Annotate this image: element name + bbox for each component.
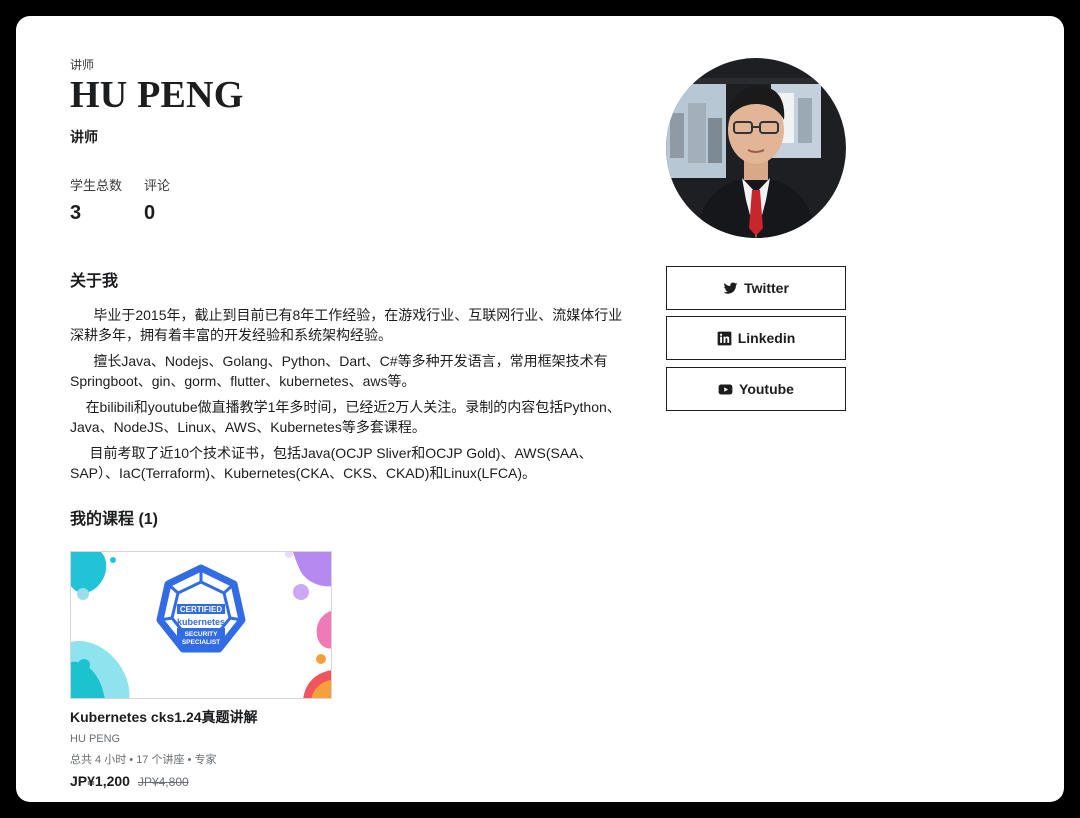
badge-line-certified: CERTIFIED [180,605,222,614]
course-price: JP¥1,200 [70,773,130,789]
course-card[interactable]: CERTIFIED kubernetes SECURITY SPECIALIST… [70,551,332,789]
about-paragraph: 擅长Java、Nodejs、Golang、Python、Dart、C#等多种开发… [70,353,608,389]
youtube-button[interactable]: Youtube [666,367,846,411]
instructor-avatar [666,58,846,238]
twitter-button[interactable]: Twitter [666,266,846,310]
stat-label: 学生总数 [70,178,123,193]
stat-reviews: 评论 0 [144,175,170,225]
instructor-name: HU PENG [70,74,244,116]
youtube-icon [718,384,733,394]
twitter-label: Twitter [744,280,789,296]
course-meta: 总共 4 小时 • 17 个讲座 • 专家 [70,754,217,766]
about-paragraph: 目前考取了近10个技术证书，包括Java(OCJP Sliver和OCJP Go… [70,445,593,481]
badge-line-kubernetes: kubernetes [177,617,225,627]
stat-value: 0 [144,202,156,224]
stat-students: 学生总数 3 [70,175,122,225]
instructor-headline: 讲师 [70,129,98,145]
badge-line-security: SECURITY [185,631,219,638]
stat-value: 3 [70,202,82,224]
stats-row: 学生总数 3 评论 0 [70,175,630,225]
course-author: HU PENG [70,733,121,745]
about-body: 毕业于2015年，截止到目前已有8年工作经验，在游戏行业、互联网行业、流媒体行业… [70,305,630,483]
youtube-label: Youtube [739,381,794,397]
course-thumbnail[interactable]: CERTIFIED kubernetes SECURITY SPECIALIST [70,551,332,699]
about-paragraph: 在bilibili和youtube做直播教学1年多时间，已经近2万人关注。录制的… [70,399,621,435]
twitter-icon [723,282,738,294]
stat-label: 评论 [144,178,171,193]
linkedin-label: Linkedin [737,330,796,346]
course-original-price: JP¥4,800 [137,775,189,789]
instructor-profile-card: 讲师 HU PENG 讲师 学生总数 3 评论 0 关于我 毕业于2015年，截… [16,16,1064,802]
course-title-link[interactable]: Kubernetes cks1.24真题讲解 [70,707,332,727]
cks-badge-image: CERTIFIED kubernetes SECURITY SPECIALIST [71,552,331,698]
linkedin-button[interactable]: Linkedin [666,316,846,360]
role-eyebrow: 讲师 [70,58,95,72]
badge-line-specialist: SPECIALIST [182,639,220,646]
profile-main: 讲师 HU PENG 讲师 学生总数 3 评论 0 关于我 毕业于2015年，截… [70,56,630,789]
course-price-row: JP¥1,200 JP¥4,800 [70,773,332,789]
my-courses-heading: 我的课程 (1) [70,511,159,528]
about-paragraph: 毕业于2015年，截止到目前已有8年工作经验，在游戏行业、互联网行业、流媒体行业… [70,307,623,343]
about-heading: 关于我 [70,273,119,290]
linkedin-icon [717,331,732,345]
